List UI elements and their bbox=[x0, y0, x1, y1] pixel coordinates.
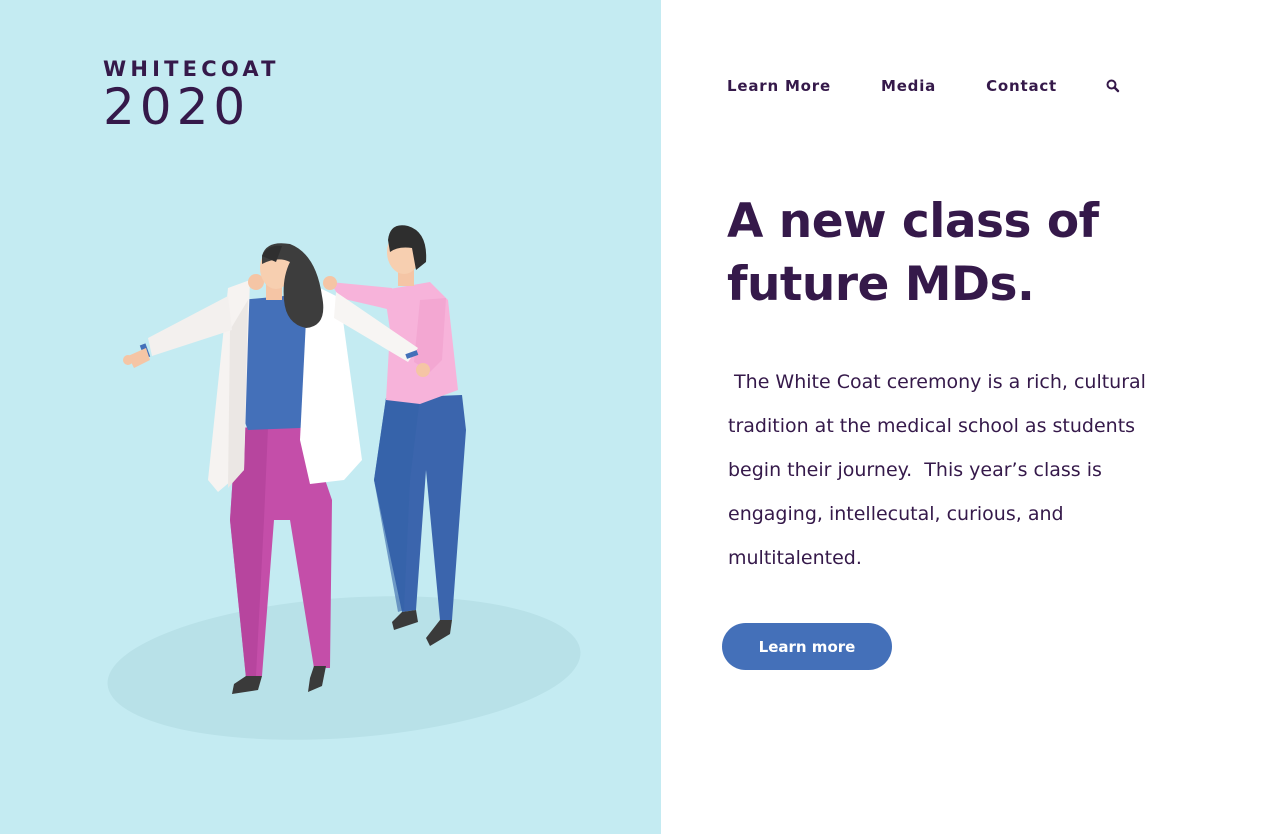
main-nav: Learn More Media Contact bbox=[727, 77, 1121, 95]
page-title: A new class of future MDs. bbox=[727, 190, 1207, 316]
white-coat-ceremony-illustration bbox=[107, 225, 581, 740]
hero-content-panel: Learn More Media Contact A new class of … bbox=[661, 0, 1280, 834]
search-icon[interactable] bbox=[1105, 78, 1121, 94]
nav-media-link[interactable]: Media bbox=[881, 77, 936, 95]
headline-line-1: A new class of bbox=[727, 194, 1099, 249]
page: WHITECOAT 2020 Learn More Media Contact … bbox=[0, 0, 1280, 834]
learn-more-button[interactable]: Learn more bbox=[722, 623, 892, 670]
hero-description: The White Coat ceremony is a rich, cultu… bbox=[728, 371, 1153, 569]
nav-contact-link[interactable]: Contact bbox=[986, 77, 1057, 95]
nav-learn-more-link[interactable]: Learn More bbox=[727, 77, 831, 95]
hero-illustration-panel: WHITECOAT 2020 bbox=[0, 0, 661, 834]
logo-year: 2020 bbox=[103, 78, 251, 136]
site-logo[interactable]: WHITECOAT 2020 bbox=[103, 56, 280, 132]
ground-shadow bbox=[107, 596, 581, 740]
headline-line-2: future MDs. bbox=[727, 257, 1035, 312]
